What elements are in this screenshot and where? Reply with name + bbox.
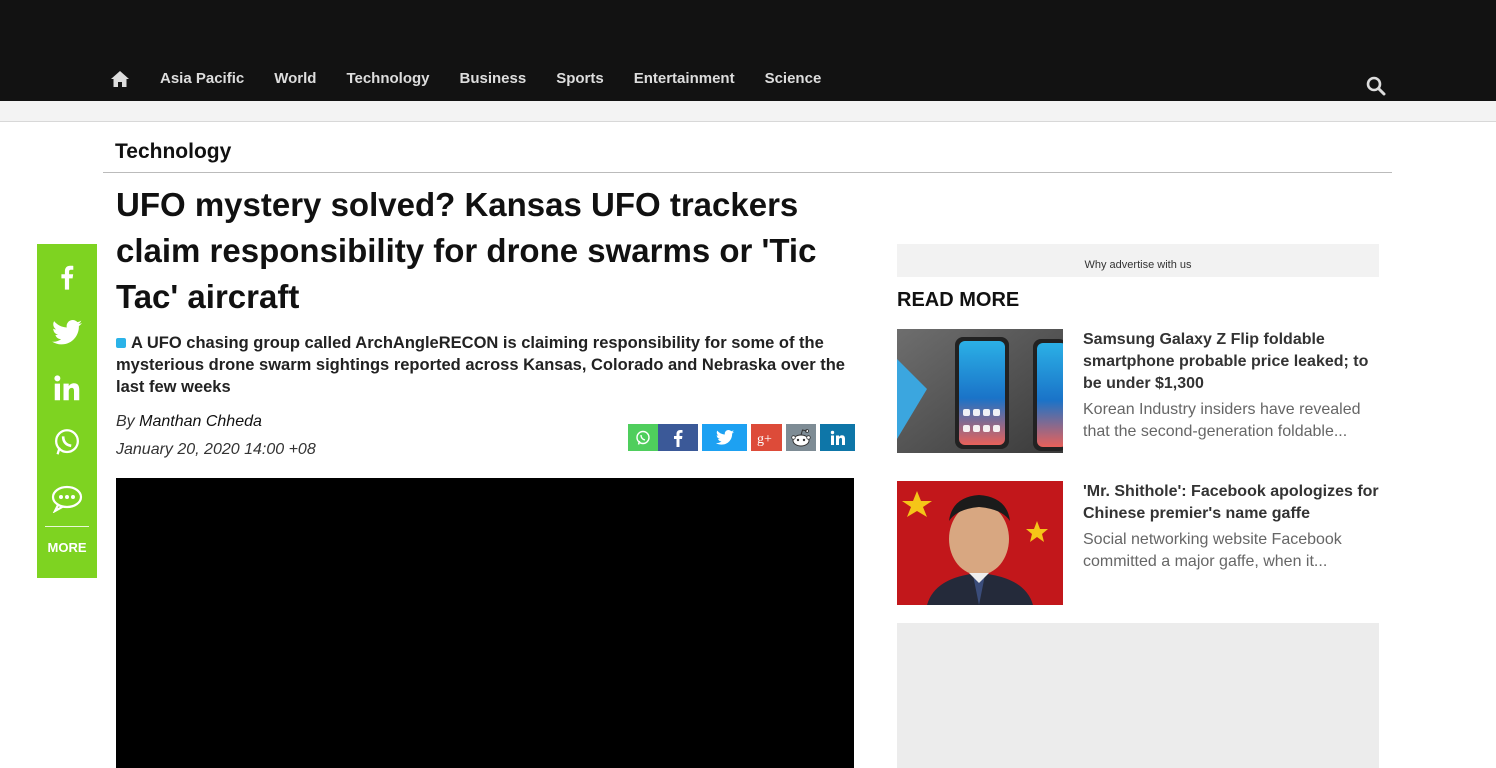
read-more-item: Samsung Galaxy Z Flip foldable smartphon… <box>897 329 1379 453</box>
byline-prefix: By <box>116 413 135 430</box>
article-summary: A UFO chasing group called ArchAngleRECO… <box>116 332 856 398</box>
byline: By Manthan Chheda <box>116 413 262 431</box>
main-nav: Asia Pacific World Technology Business S… <box>110 68 851 90</box>
linkedin-icon <box>830 430 845 445</box>
publish-date: January 20, 2020 14:00 +08 <box>116 441 316 458</box>
nav-item-science[interactable]: Science <box>765 68 822 90</box>
google-plus-icon: g+ <box>757 432 772 446</box>
read-more-title[interactable]: 'Mr. Shithole': Facebook apologizes for … <box>1083 481 1379 525</box>
nav-item-asia-pacific[interactable]: Asia Pacific <box>160 68 244 90</box>
top-nav-bar: Asia Pacific World Technology Business S… <box>0 0 1496 101</box>
linkedin-share-button[interactable] <box>820 424 855 451</box>
whatsapp-share-button[interactable] <box>628 424 658 451</box>
article-thumbnail[interactable] <box>897 481 1063 605</box>
read-more-item: 'Mr. Shithole': Facebook apologizes for … <box>897 481 1379 605</box>
twitter-share-button[interactable] <box>702 424 747 451</box>
section-divider <box>103 172 1392 173</box>
read-more-desc: Social networking website Facebook commi… <box>1083 531 1342 570</box>
home-icon[interactable] <box>110 69 130 89</box>
linkedin-icon[interactable] <box>37 368 97 408</box>
why-advertise-link[interactable]: Why advertise with us <box>897 259 1379 271</box>
article-summary-text: A UFO chasing group called ArchAngleRECO… <box>116 334 845 396</box>
more-share-button[interactable]: MORE <box>37 540 97 555</box>
ad-slot-secondary <box>897 623 1379 768</box>
nav-item-technology[interactable]: Technology <box>346 68 429 90</box>
social-sidebar: MORE <box>37 244 97 578</box>
ad-slot: Why advertise with us <box>897 244 1379 277</box>
google-plus-share-button[interactable]: g+ <box>751 424 782 451</box>
twitter-icon[interactable] <box>37 312 97 352</box>
share-buttons: g+ <box>628 424 855 451</box>
search-icon[interactable] <box>1366 76 1386 96</box>
nav-item-world[interactable]: World <box>274 68 316 90</box>
summary-bullet-icon <box>116 337 126 348</box>
nav-item-sports[interactable]: Sports <box>556 68 604 90</box>
facebook-icon <box>674 429 683 447</box>
sub-nav-bar <box>0 101 1496 122</box>
video-player[interactable] <box>116 478 854 768</box>
svg-text:g+: g+ <box>757 432 772 446</box>
whatsapp-icon <box>636 430 650 445</box>
sidebar-divider <box>45 526 89 527</box>
twitter-icon <box>715 430 734 445</box>
read-more-title[interactable]: Samsung Galaxy Z Flip foldable smartphon… <box>1083 329 1379 395</box>
nav-item-entertainment[interactable]: Entertainment <box>634 68 735 90</box>
section-title[interactable]: Technology <box>115 140 231 164</box>
article-headline: UFO mystery solved? Kansas UFO trackers … <box>116 186 817 315</box>
read-more-desc: Korean Industry insiders have revealed t… <box>1083 401 1361 440</box>
comment-icon[interactable] <box>37 479 97 519</box>
read-more-heading: READ MORE <box>897 289 1020 311</box>
facebook-share-button[interactable] <box>658 424 698 451</box>
nav-item-business[interactable]: Business <box>460 68 527 90</box>
author-link[interactable]: Manthan Chheda <box>139 413 262 430</box>
reddit-icon <box>791 428 811 446</box>
whatsapp-icon[interactable] <box>37 422 97 462</box>
facebook-icon[interactable] <box>37 257 97 297</box>
reddit-share-button[interactable] <box>786 424 816 451</box>
article-thumbnail[interactable] <box>897 329 1063 453</box>
